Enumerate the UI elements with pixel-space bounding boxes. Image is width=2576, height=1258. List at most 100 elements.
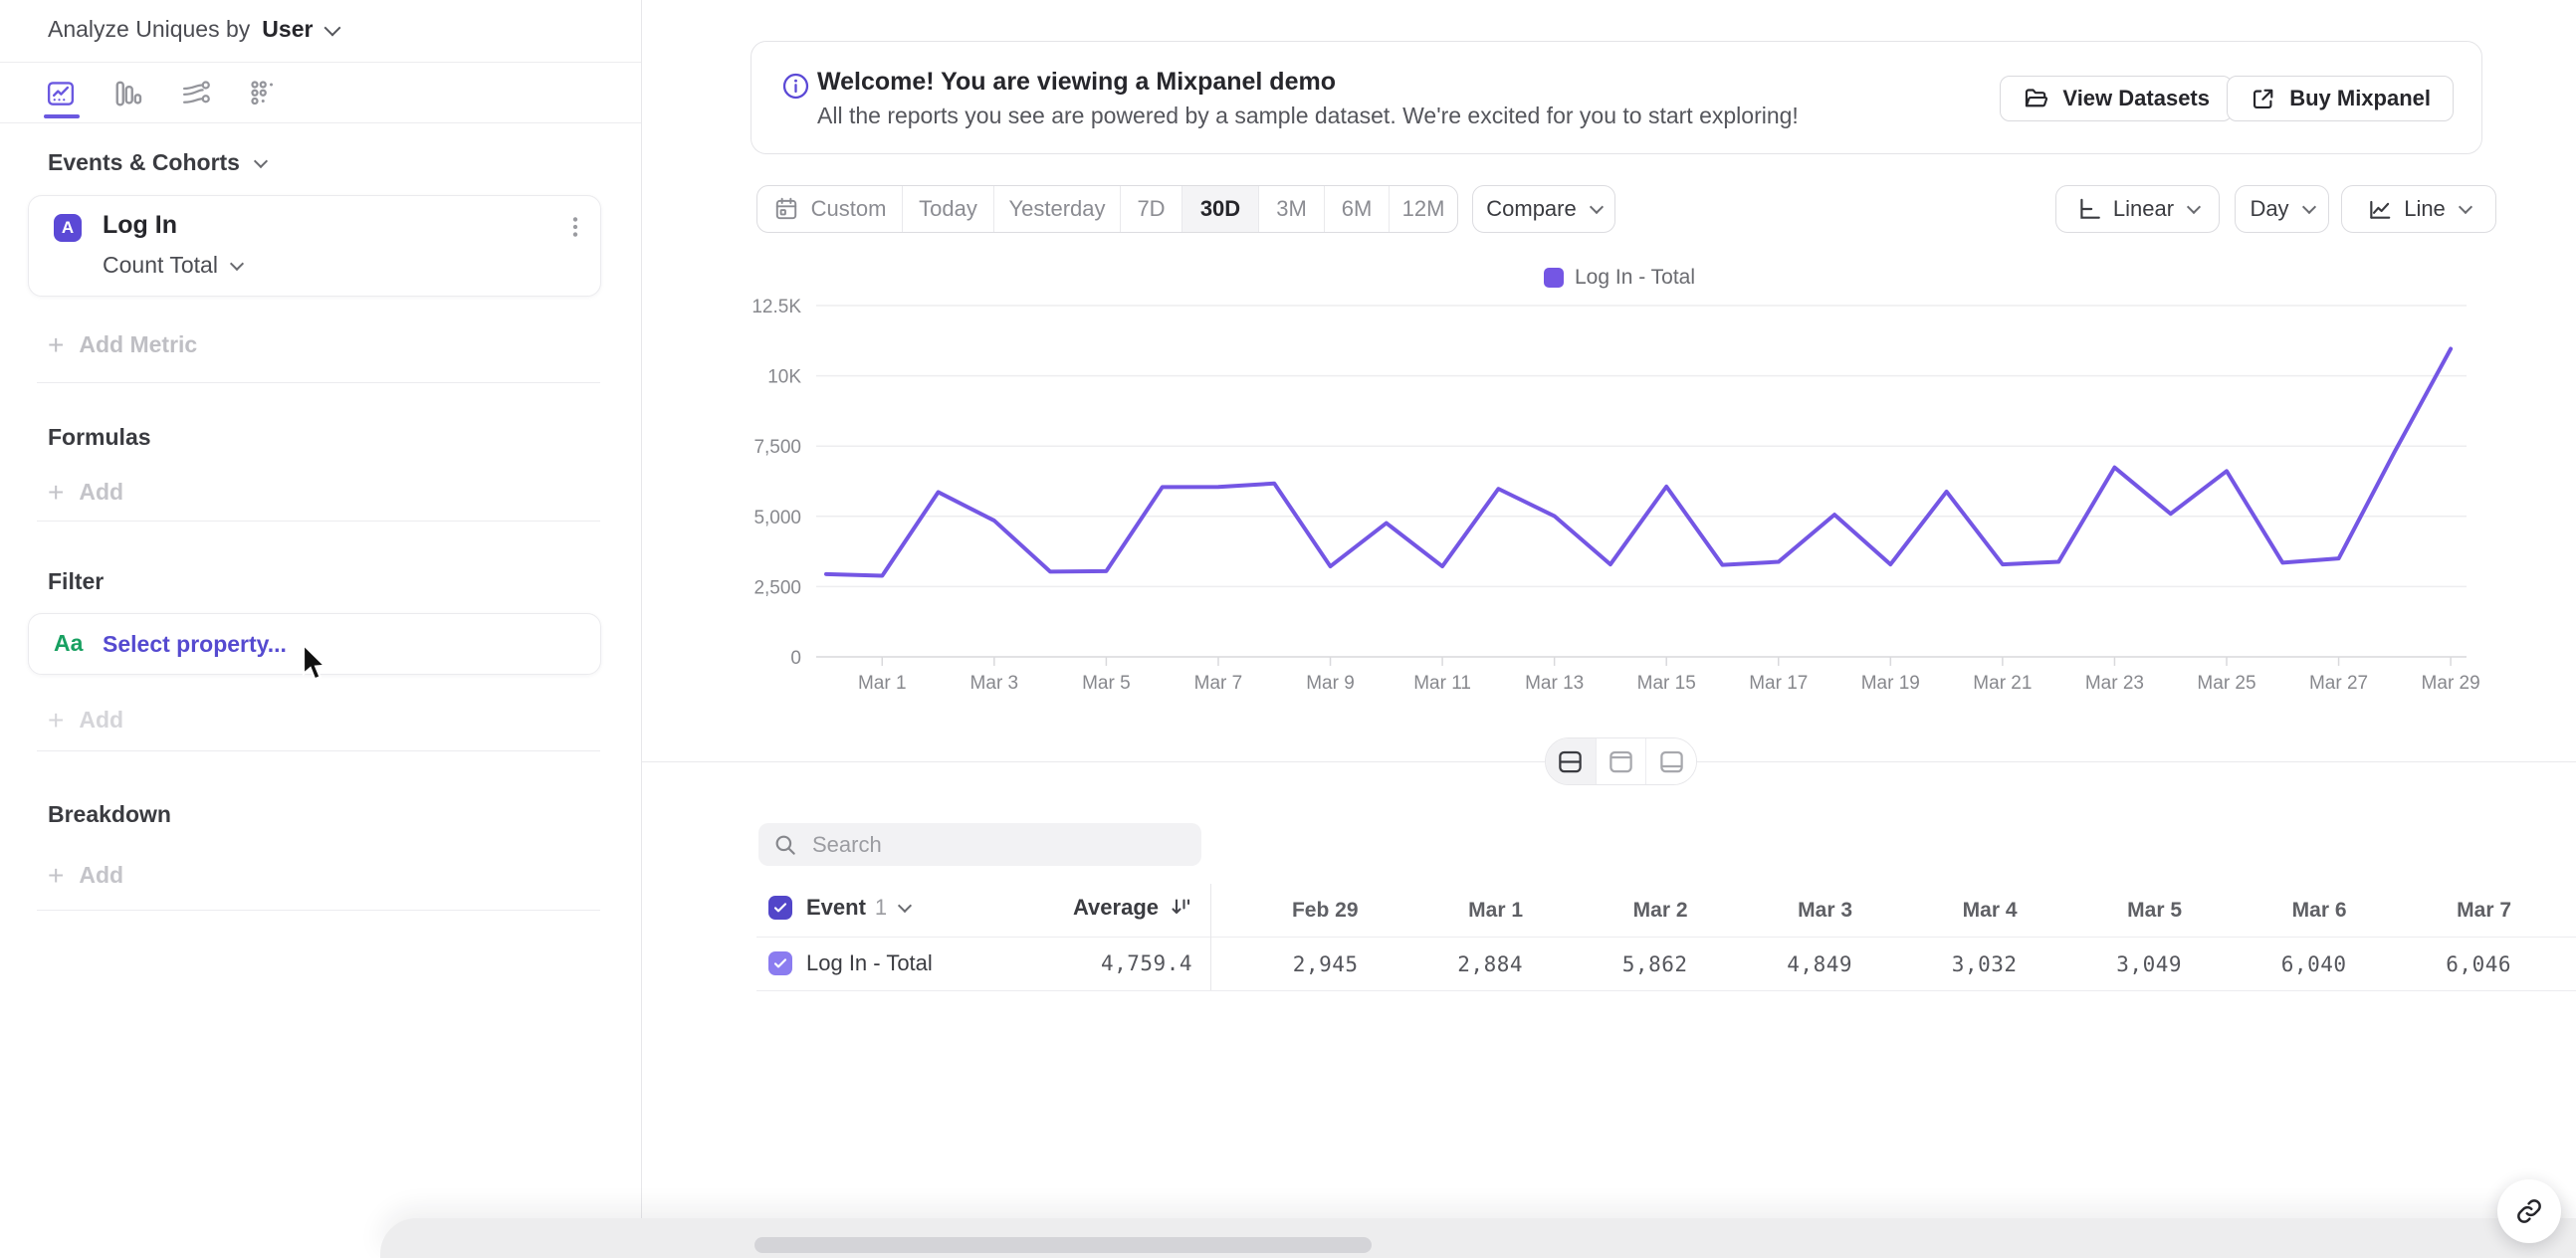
report-type-tabs bbox=[0, 62, 641, 123]
chart-type-dropdown[interactable]: Line bbox=[2341, 185, 2496, 233]
layout-chart-view-button[interactable] bbox=[1595, 738, 1646, 784]
date-range-group: Custom Today Yesterday 7D 30D 3M 6M 12M bbox=[756, 185, 1458, 233]
range-button-30d[interactable]: 30D bbox=[1181, 186, 1258, 232]
scale-label: Linear bbox=[2112, 196, 2175, 221]
horizontal-scrollbar-thumb[interactable] bbox=[754, 1237, 1372, 1253]
select-property-link[interactable]: Select property... bbox=[103, 631, 287, 658]
range-label: 12M bbox=[1401, 196, 1445, 221]
add-metric-button[interactable]: + Add Metric bbox=[48, 328, 197, 360]
table-date-header: Mar 7 bbox=[2347, 886, 2511, 936]
retention-tab-icon bbox=[251, 81, 273, 105]
x-axis-tick-label: Mar 15 bbox=[1637, 673, 1696, 694]
plus-icon: + bbox=[48, 476, 65, 508]
event-header-index: 1 bbox=[874, 895, 888, 920]
chevron-down-icon bbox=[2187, 199, 2202, 215]
x-axis-tick-label: Mar 3 bbox=[970, 673, 1019, 694]
cell-value: 6,046 bbox=[2446, 951, 2511, 976]
range-button-3m[interactable]: 3M bbox=[1258, 186, 1324, 232]
tab-retention[interactable] bbox=[249, 79, 279, 108]
y-axis-tick-label: 0 bbox=[790, 648, 801, 669]
table-date-header: Mar 6 bbox=[2182, 886, 2347, 936]
tab-funnels[interactable] bbox=[113, 79, 143, 108]
metric-event-name[interactable]: Log In bbox=[103, 211, 177, 240]
interval-dropdown[interactable]: Day bbox=[2235, 185, 2329, 233]
event-header-dropdown[interactable]: Event 1 bbox=[806, 894, 913, 922]
layout-table-icon bbox=[1659, 750, 1683, 772]
compare-dropdown[interactable]: Compare bbox=[1472, 185, 1615, 233]
view-datasets-button[interactable]: View Datasets bbox=[2000, 76, 2233, 121]
range-label: Custom bbox=[810, 196, 887, 221]
layout-toggle-group bbox=[1545, 737, 1697, 785]
query-builder-sidebar: Analyze Uniques by User Events & Cohorts… bbox=[0, 0, 642, 1258]
range-button-7d[interactable]: 7D bbox=[1120, 186, 1181, 232]
range-button-custom[interactable]: Custom bbox=[757, 186, 902, 232]
analyze-label: Analyze Uniques by bbox=[48, 16, 251, 42]
link-icon bbox=[2517, 1199, 2541, 1223]
range-label: 7D bbox=[1137, 196, 1166, 221]
add-formula-button[interactable]: + Add bbox=[48, 476, 123, 508]
row-average-value: 4,759.4 bbox=[1100, 951, 1192, 975]
add-filter-button[interactable]: + Add bbox=[48, 704, 124, 735]
range-button-6m[interactable]: 6M bbox=[1324, 186, 1389, 232]
row-checkbox[interactable] bbox=[768, 951, 792, 975]
tab-flows[interactable] bbox=[181, 79, 211, 108]
tab-insights[interactable] bbox=[46, 79, 76, 108]
banner-title: Welcome! You are viewing a Mixpanel demo bbox=[817, 68, 1336, 96]
table-value-cell: 6,046 bbox=[2347, 938, 2512, 990]
table-search[interactable] bbox=[758, 823, 1201, 866]
range-button-yesterday[interactable]: Yesterday bbox=[993, 186, 1120, 232]
table-value-cell: 3,032 bbox=[1852, 938, 2018, 990]
kebab-menu-icon[interactable] bbox=[562, 214, 588, 240]
events-cohorts-section[interactable]: Events & Cohorts bbox=[48, 149, 269, 176]
line-chart-plot[interactable]: 0 2,500 5,000 7,500 10K 12.5K Mar 1 Mar 3 Mar 5 M… bbox=[642, 239, 2576, 712]
date-header-label: Mar 4 bbox=[1962, 899, 2018, 922]
chart-line-series[interactable] bbox=[824, 346, 2454, 578]
metric-letter-badge: A bbox=[54, 214, 82, 242]
average-column-header[interactable]: Average bbox=[1073, 892, 1192, 924]
table-date-header: Feb 29 bbox=[1193, 886, 1359, 936]
plus-icon: + bbox=[48, 328, 65, 360]
buy-mixpanel-button[interactable]: Buy Mixpanel bbox=[2227, 76, 2454, 121]
buy-mixpanel-label: Buy Mixpanel bbox=[2289, 86, 2431, 110]
table-row-border bbox=[756, 990, 2576, 991]
layout-table-view-button[interactable] bbox=[1645, 738, 1696, 784]
analyze-by-dropdown[interactable]: User bbox=[262, 16, 341, 43]
sort-descending-icon bbox=[1172, 899, 1190, 915]
aggregation-dropdown[interactable]: Count Total bbox=[103, 252, 245, 279]
funnels-tab-icon bbox=[115, 81, 142, 106]
breakdown-heading: Breakdown bbox=[48, 801, 171, 827]
date-header-label: Feb 29 bbox=[1291, 899, 1359, 922]
cell-value: 5,862 bbox=[1621, 951, 1688, 976]
table-value-cell: 6,040 bbox=[2182, 938, 2347, 990]
add-breakdown-button[interactable]: + Add bbox=[48, 861, 123, 889]
analyze-uniques-row: Analyze Uniques by User bbox=[48, 16, 341, 43]
linear-scale-icon bbox=[2080, 198, 2100, 219]
y-axis-tick-label: 5,000 bbox=[753, 508, 801, 528]
chevron-down-icon bbox=[898, 898, 913, 914]
table-value-cell: 5,862 bbox=[1523, 938, 1688, 990]
layout-split-icon bbox=[1559, 750, 1583, 772]
x-axis-tick-label: Mar 23 bbox=[2085, 673, 2144, 694]
banner-subtitle: All the reports you see are powered by a… bbox=[817, 103, 1799, 128]
range-button-12m[interactable]: 12M bbox=[1389, 186, 1457, 232]
table-value-cell: 3,049 bbox=[2018, 938, 2183, 990]
x-axis-tick-label: Mar 7 bbox=[1194, 673, 1243, 694]
x-axis-tick-label: Mar 17 bbox=[1749, 673, 1808, 694]
cell-value: 3,032 bbox=[1951, 951, 2018, 976]
metric-card[interactable]: A Log In Count Total bbox=[28, 195, 601, 297]
date-header-label: Mar 3 bbox=[1798, 899, 1852, 922]
active-tab-underline bbox=[44, 114, 80, 118]
layout-split-view-button[interactable] bbox=[1546, 738, 1596, 784]
search-input[interactable] bbox=[810, 830, 1153, 859]
interval-label: Day bbox=[2250, 196, 2289, 221]
chevron-down-icon bbox=[1589, 199, 1604, 215]
range-button-today[interactable]: Today bbox=[902, 186, 993, 232]
event-header-checkbox[interactable] bbox=[768, 896, 792, 920]
copy-link-button[interactable] bbox=[2497, 1179, 2561, 1243]
add-filter-label: Add bbox=[79, 707, 124, 733]
line-chart-icon bbox=[2370, 200, 2391, 219]
date-column-headers: Feb 29 Mar 1 Mar 2 Mar 3 Mar 4 Mar 5 Mar 6 Mar … bbox=[1193, 886, 2511, 936]
scale-dropdown[interactable]: Linear bbox=[2055, 185, 2220, 233]
mixpanel-insights-report: Analyze Uniques by User Events & Cohorts… bbox=[0, 0, 2576, 1258]
plus-icon: + bbox=[48, 704, 65, 735]
